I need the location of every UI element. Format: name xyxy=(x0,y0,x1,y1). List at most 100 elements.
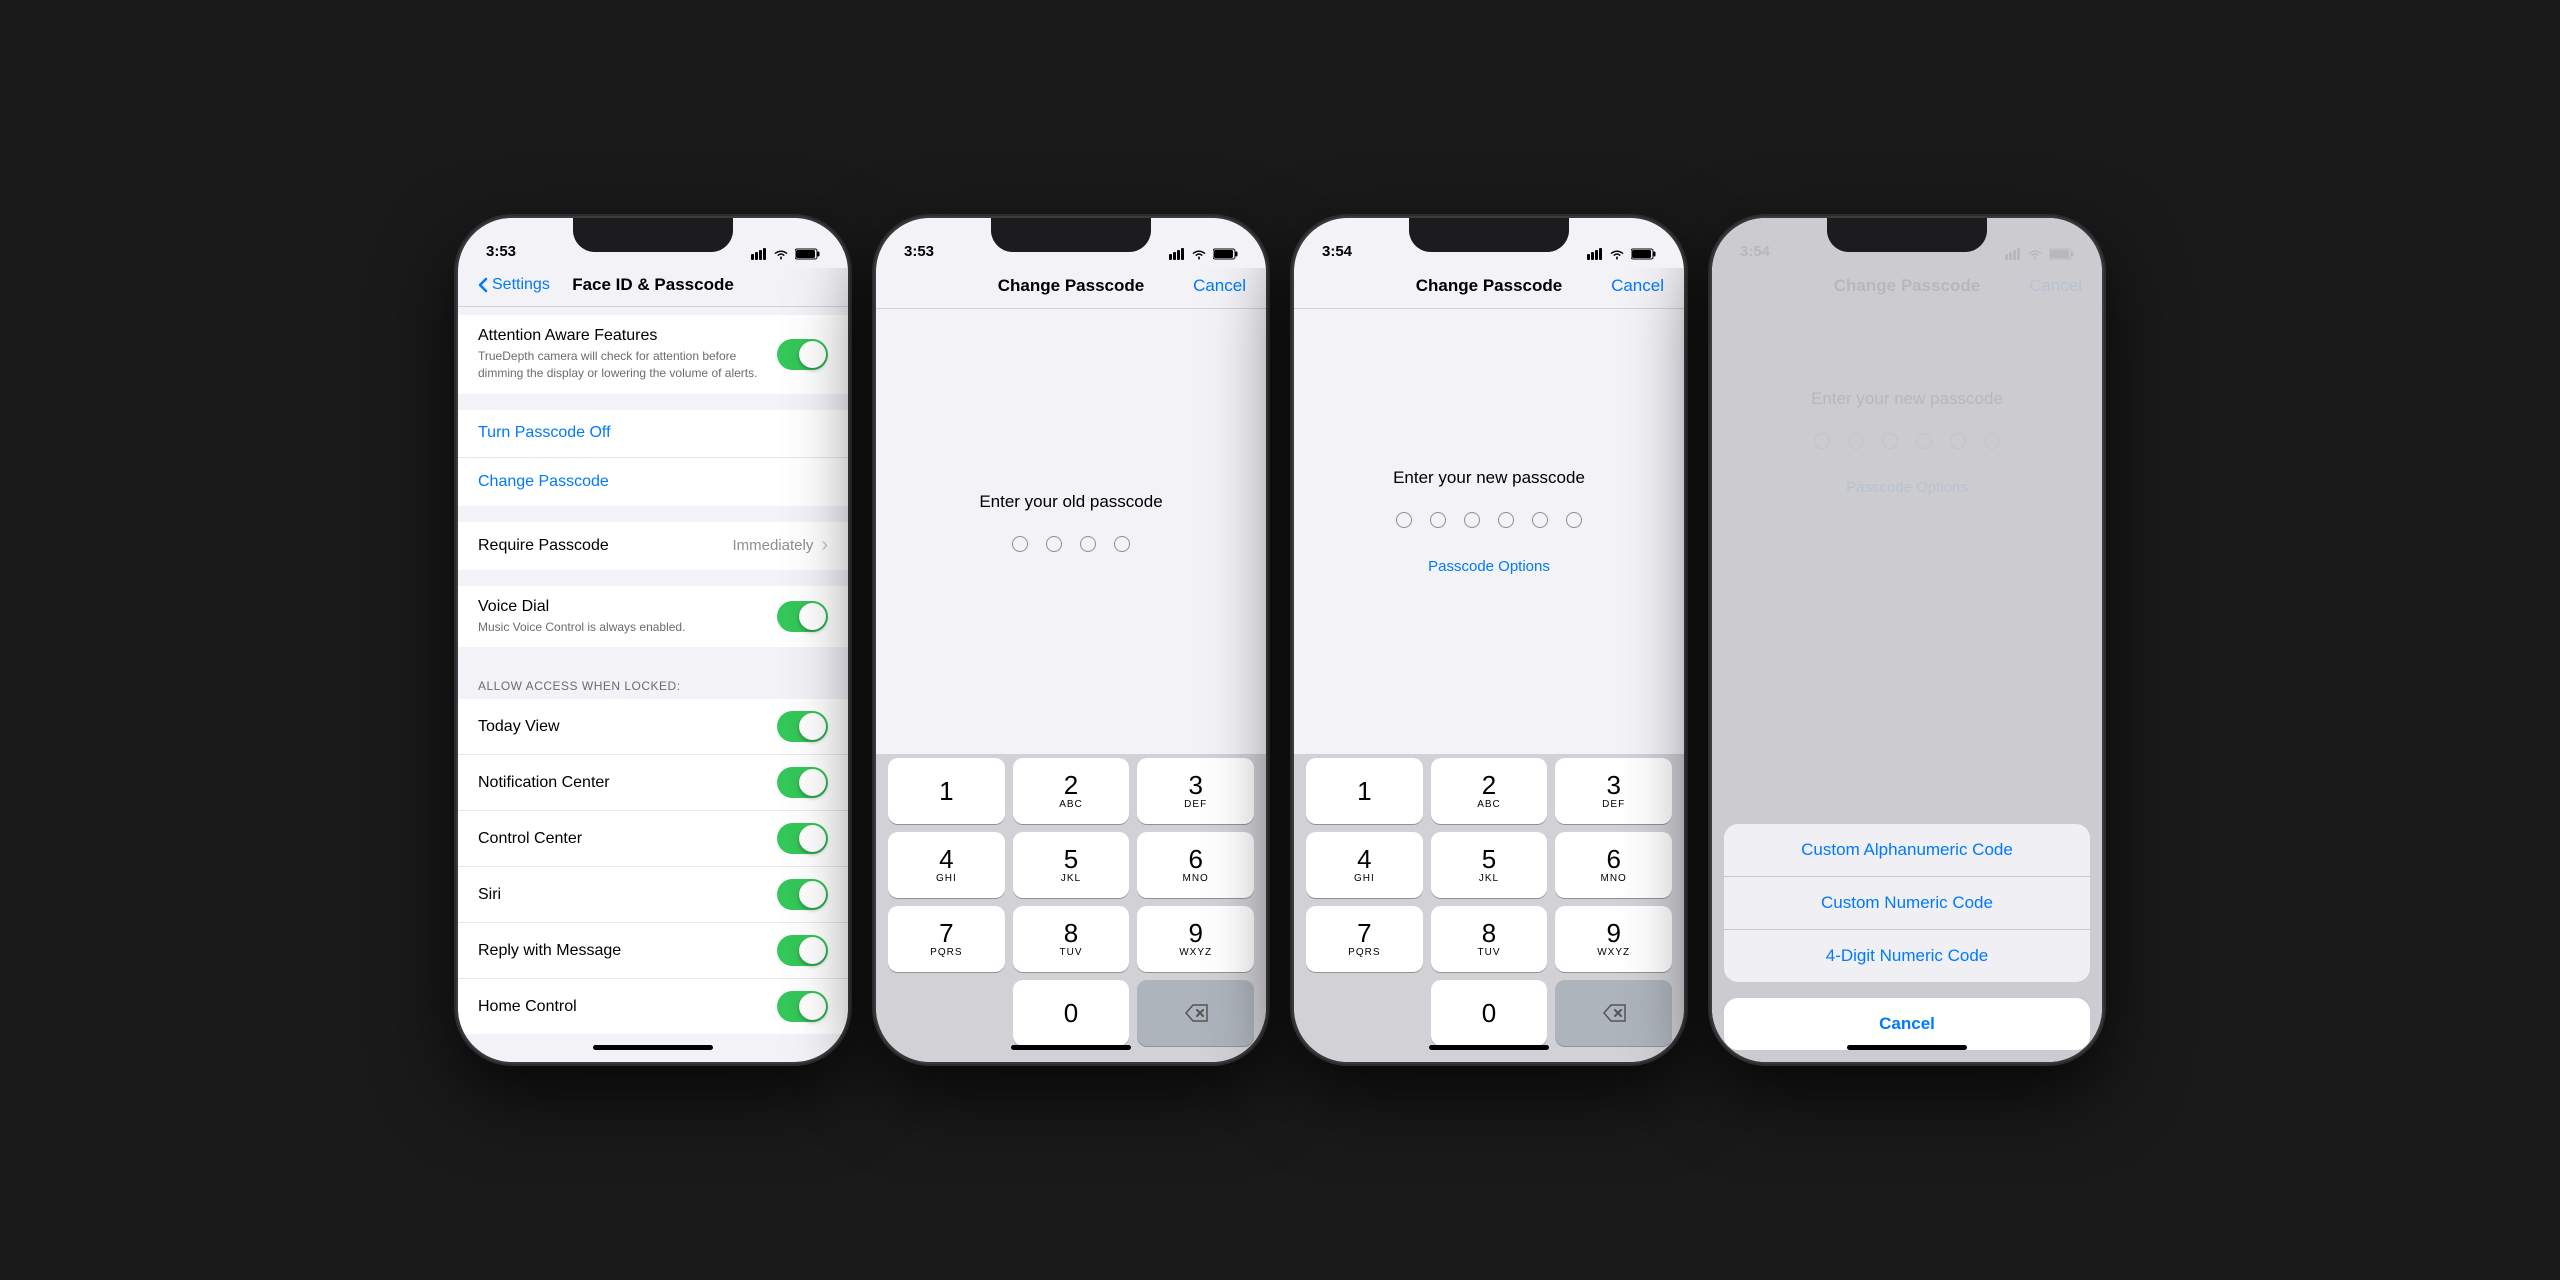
nav-bar-1: Settings Face ID & Passcode xyxy=(458,268,848,307)
key-4-2[interactable]: 4 GHI xyxy=(888,832,1005,898)
toggle-notification-center[interactable] xyxy=(777,767,828,798)
key-row-2-2: 4 GHI 5 JKL 6 MNO xyxy=(888,832,1254,898)
key-0-3[interactable]: 0 xyxy=(1431,980,1548,1046)
key-row-1-3: 1 2 ABC 3 DEF xyxy=(1306,758,1672,824)
toggle-control-center[interactable] xyxy=(777,823,828,854)
row-turn-off[interactable]: Turn Passcode Off xyxy=(458,410,848,458)
key-5-2[interactable]: 5 JKL xyxy=(1013,832,1130,898)
home-indicator-2 xyxy=(1011,1045,1131,1050)
row-change-passcode[interactable]: Change Passcode xyxy=(458,458,848,506)
toggle-attention[interactable] xyxy=(777,339,828,370)
key-5-3[interactable]: 5 JKL xyxy=(1431,832,1548,898)
option-4-digit[interactable]: 4-Digit Numeric Code xyxy=(1724,930,2090,982)
status-icons-1 xyxy=(751,248,820,260)
notch-1 xyxy=(573,218,733,252)
home-indicator-3 xyxy=(1429,1045,1549,1050)
dot-2 xyxy=(1046,536,1062,552)
delete-icon-2 xyxy=(1184,1004,1208,1022)
key-8-2[interactable]: 8 TUV xyxy=(1013,906,1130,972)
key-9-2[interactable]: 9 WXYZ xyxy=(1137,906,1254,972)
key-7-3[interactable]: 7 PQRS xyxy=(1306,906,1423,972)
row-reply-message[interactable]: Reply with Message xyxy=(458,923,848,979)
sublabel-attention: TrueDepth camera will check for attentio… xyxy=(478,348,765,382)
key-2-2[interactable]: 2 ABC xyxy=(1013,758,1130,824)
dot-4 xyxy=(1114,536,1130,552)
passcode-nav-2: Change Passcode Cancel xyxy=(876,268,1266,309)
row-require[interactable]: Require Passcode Immediately xyxy=(458,522,848,570)
back-button-1[interactable]: Settings xyxy=(478,276,550,294)
option-custom-alpha[interactable]: Custom Alphanumeric Code xyxy=(1724,824,2090,877)
key-row-2-3: 4 GHI 5 JKL 6 MNO xyxy=(1306,832,1672,898)
row-notification-center[interactable]: Notification Center xyxy=(458,755,848,811)
delete-icon-3 xyxy=(1602,1004,1626,1022)
dot3-2 xyxy=(1430,512,1446,528)
phone-2: 3:53 xyxy=(876,218,1266,1062)
back-label-1: Settings xyxy=(492,276,550,294)
keyboard-3: 1 2 ABC 3 DEF 4 xyxy=(1294,754,1684,1062)
key-0-2[interactable]: 0 xyxy=(1013,980,1130,1046)
passcode-prompt-3: Enter your new passcode xyxy=(1393,468,1585,488)
row-control-center[interactable]: Control Center xyxy=(458,811,848,867)
dot3-6 xyxy=(1566,512,1582,528)
toggle-voice-dial[interactable] xyxy=(777,601,828,632)
home-indicator-4 xyxy=(1847,1045,1967,1050)
key-2-3[interactable]: 2 ABC xyxy=(1431,758,1548,824)
row-siri[interactable]: Siri xyxy=(458,867,848,923)
dot3-5 xyxy=(1532,512,1548,528)
wifi-icon-1 xyxy=(773,248,789,260)
key-empty-left-3 xyxy=(1306,980,1423,1046)
key-3-3[interactable]: 3 DEF xyxy=(1555,758,1672,824)
key-1-3[interactable]: 1 xyxy=(1306,758,1423,824)
key-8-3[interactable]: 8 TUV xyxy=(1431,906,1548,972)
toggle-siri[interactable] xyxy=(777,879,828,910)
key-6-3[interactable]: 6 MNO xyxy=(1555,832,1672,898)
signal-icon-3 xyxy=(1587,248,1603,260)
toggle-reply-message[interactable] xyxy=(777,935,828,966)
sublabel-voice-dial: Music Voice Control is always enabled. xyxy=(478,619,765,636)
option-custom-numeric[interactable]: Custom Numeric Code xyxy=(1724,877,2090,930)
status-bar-3: 3:54 xyxy=(1294,218,1684,268)
status-icons-3 xyxy=(1587,248,1656,260)
key-3-2[interactable]: 3 DEF xyxy=(1137,758,1254,824)
sep-1 xyxy=(458,402,848,410)
key-row-4-3: 0 xyxy=(1306,980,1672,1046)
section-passcode-links: Turn Passcode Off Change Passcode xyxy=(458,410,848,506)
key-delete-3[interactable] xyxy=(1555,980,1672,1046)
time-3: 3:54 xyxy=(1322,243,1352,260)
battery-icon-1 xyxy=(795,248,820,260)
key-1-2[interactable]: 1 xyxy=(888,758,1005,824)
passcode-screen-3: 3:54 xyxy=(1294,218,1684,1062)
toggle-today-view[interactable] xyxy=(777,711,828,742)
phone-3-screen: 3:54 xyxy=(1294,218,1684,1062)
settings-content-1: Attention Aware Features TrueDepth camer… xyxy=(458,307,848,1042)
toggle-home-control[interactable] xyxy=(777,991,828,1022)
label-control-center: Control Center xyxy=(478,830,777,848)
passcode-dots-3 xyxy=(1396,512,1582,528)
passcode-title-2: Change Passcode xyxy=(998,276,1144,296)
label-voice-dial: Voice Dial xyxy=(478,598,765,616)
notch-4 xyxy=(1827,218,1987,252)
passcode-options-3[interactable]: Passcode Options xyxy=(1428,558,1550,575)
battery-icon-3 xyxy=(1631,248,1656,260)
row-today-view[interactable]: Today View xyxy=(458,699,848,755)
key-delete-2[interactable] xyxy=(1137,980,1254,1046)
label-home-control: Home Control xyxy=(478,998,777,1016)
key-7-2[interactable]: 7 PQRS xyxy=(888,906,1005,972)
time-2: 3:53 xyxy=(904,243,934,260)
row-home-control[interactable]: Home Control xyxy=(458,979,848,1034)
key-6-2[interactable]: 6 MNO xyxy=(1137,832,1254,898)
phone-3: 3:54 xyxy=(1294,218,1684,1062)
cancel-button-2[interactable]: Cancel xyxy=(1193,276,1246,296)
passcode-entry-2: Enter your old passcode xyxy=(876,309,1266,754)
sep-4 xyxy=(458,655,848,663)
key-4-3[interactable]: 4 GHI xyxy=(1306,832,1423,898)
key-row-3-2: 7 PQRS 8 TUV 9 WXYZ xyxy=(888,906,1254,972)
options-cancel-button[interactable]: Cancel xyxy=(1724,998,2090,1050)
key-9-3[interactable]: 9 WXYZ xyxy=(1555,906,1672,972)
phone-4-screen: 3:54 xyxy=(1712,218,2102,1062)
label-change-passcode: Change Passcode xyxy=(478,473,609,491)
label-notification-center: Notification Center xyxy=(478,774,777,792)
value-require: Immediately xyxy=(732,534,828,557)
cancel-button-3[interactable]: Cancel xyxy=(1611,276,1664,296)
home-indicator-1 xyxy=(593,1045,713,1050)
